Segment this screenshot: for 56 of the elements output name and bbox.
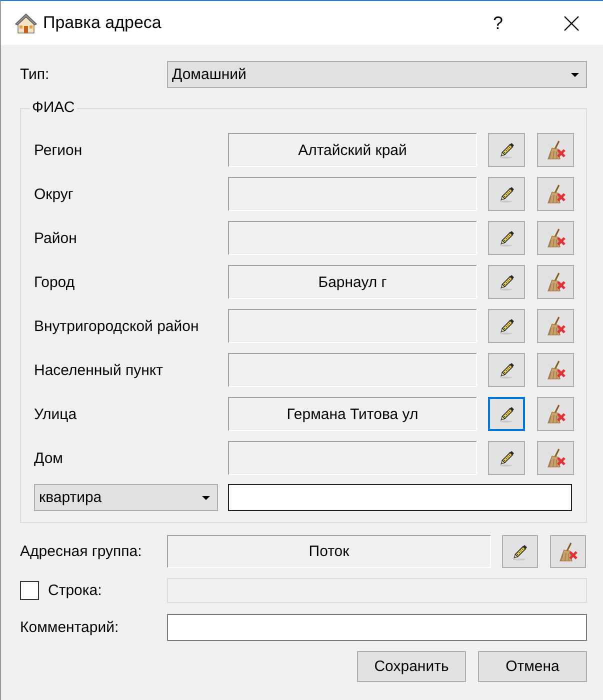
edit-button[interactable] (488, 353, 525, 387)
field-label: Округ (34, 186, 74, 202)
broom-icon (546, 228, 566, 248)
field-label: Населенный пункт (34, 362, 164, 378)
clear-button[interactable] (537, 133, 574, 167)
field-label: Город (34, 274, 76, 290)
broom-icon (546, 272, 566, 292)
checkbox[interactable] (20, 581, 39, 600)
clear-button[interactable] (537, 353, 574, 387)
edit-button[interactable] (488, 221, 525, 255)
field-label: Регион (34, 142, 84, 158)
dialog-button[interactable]: Сохранить (357, 651, 466, 682)
broom-icon (546, 316, 566, 336)
window-title: Правка адреса (43, 13, 162, 33)
edit-button[interactable] (488, 441, 525, 475)
unit-number-field[interactable] (228, 484, 572, 511)
clear-button[interactable] (537, 309, 574, 343)
clear-button[interactable] (537, 177, 574, 211)
broom-icon (558, 542, 578, 562)
edit-button[interactable] (488, 177, 525, 211)
address-group-field: Поток (167, 535, 491, 568)
address-field: Барнаул г (228, 265, 477, 299)
checkbox-label: Строка: (48, 582, 102, 599)
clear-button[interactable] (537, 265, 574, 299)
broom-icon (546, 404, 566, 424)
house-icon (15, 12, 37, 34)
type-dropdown[interactable]: Домашний (167, 61, 587, 88)
edit-button[interactable] (502, 535, 538, 568)
field-label: Адресная группа: (20, 543, 143, 560)
field-label: Улица (34, 406, 78, 422)
clear-button[interactable] (537, 397, 574, 431)
edit-button[interactable] (488, 133, 525, 167)
broom-icon (546, 448, 566, 468)
comment-field[interactable] (167, 614, 587, 641)
address-field: Германа Титова ул (228, 397, 477, 431)
broom-icon (546, 360, 566, 380)
field-label: Район (34, 230, 78, 246)
group-title: ФИАС (31, 99, 76, 117)
field-label: Внутригородской район (34, 318, 200, 334)
close-icon (564, 16, 578, 30)
caret-icon (202, 496, 210, 500)
field-label: Дом (34, 450, 64, 466)
clear-button[interactable] (550, 535, 586, 568)
edit-button[interactable] (488, 309, 525, 343)
dialog-button[interactable]: Отмена (478, 651, 587, 682)
edit-button[interactable] (488, 397, 525, 431)
unit-type-dropdown[interactable]: квартира (34, 484, 218, 511)
field-label: Комментарий: (20, 619, 120, 636)
broom-icon (546, 140, 566, 160)
caret-icon (571, 72, 579, 76)
clear-button[interactable] (537, 221, 574, 255)
address-field: Алтайский край (228, 133, 477, 167)
edit-button[interactable] (488, 265, 525, 299)
broom-icon (546, 184, 566, 204)
clear-button[interactable] (537, 441, 574, 475)
field-label: Тип: (20, 66, 50, 83)
